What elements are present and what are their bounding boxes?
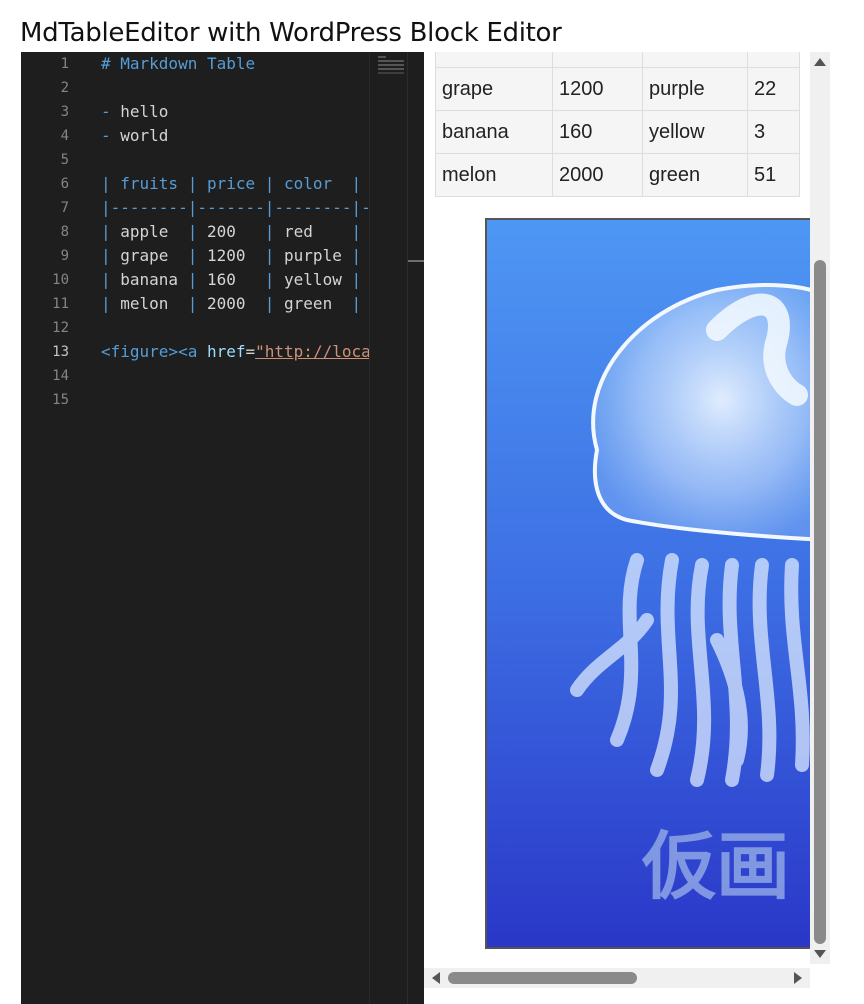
cell-price: 2000: [206, 294, 246, 313]
table-cell: [747, 52, 800, 68]
line-number: 4: [60, 128, 69, 144]
line-number: 8: [60, 224, 69, 240]
table-row: [435, 52, 800, 68]
html-tag: <figure><a: [101, 342, 207, 361]
table-cell: green: [642, 153, 748, 197]
line-number: 11: [52, 296, 69, 312]
cell-color: green: [284, 294, 342, 313]
line-number: 5: [60, 152, 69, 168]
list-bullet: -: [101, 102, 121, 121]
cell-fruit: banana: [120, 270, 179, 289]
app-title: MdTableEditor with WordPress Block Edito…: [20, 18, 562, 48]
line-number: 2: [60, 80, 69, 96]
code-line-list-item: - world: [101, 124, 168, 148]
table-cell: banana: [435, 110, 553, 154]
scroll-left-arrow-icon[interactable]: [432, 972, 440, 984]
cell-color: red: [284, 222, 342, 241]
code-text-area[interactable]: # Markdown Table - hello - world | fruit…: [101, 52, 369, 1004]
code-editor[interactable]: 1 2 3 4 5 6 7 8 9 10 11 12 13 14 15 # Ma…: [21, 52, 424, 1004]
cell-fruit: apple: [120, 222, 179, 241]
code-line-table-row: | melon | 2000 | green |: [101, 294, 362, 313]
editor-scrollbar[interactable]: [407, 52, 424, 1004]
cell-price: 1200: [206, 246, 246, 265]
code-line-table-separator: |--------|-------|--------|-: [101, 198, 369, 217]
line-number-gutter: 1 2 3 4 5 6 7 8 9 10 11 12 13 14 15: [21, 52, 91, 1004]
cell-price: 200: [206, 222, 246, 241]
table-cell: 1200: [552, 67, 643, 111]
code-line-table-header: | fruits | price | color |: [101, 174, 362, 193]
preview-table: grape 1200 purple 22 banana 160 yellow 3…: [435, 52, 800, 197]
html-attribute: href: [206, 342, 246, 361]
list-bullet: -: [101, 126, 121, 145]
table-cell: yellow: [642, 110, 748, 154]
table-cell: grape: [435, 67, 553, 111]
cell-color: purple: [284, 246, 342, 265]
line-number: 10: [52, 272, 69, 288]
table-cell: 160: [552, 110, 643, 154]
line-number: 14: [52, 368, 69, 384]
cell-color: yellow: [284, 270, 342, 289]
html-equals: =: [245, 342, 256, 361]
table-cell: purple: [642, 67, 748, 111]
preview-image[interactable]: 仮画: [485, 218, 829, 949]
table-cell: 22: [747, 67, 800, 111]
code-line-list-item: - hello: [101, 100, 168, 124]
code-line-heading: # Markdown Table: [101, 54, 256, 73]
line-number: 3: [60, 104, 69, 120]
line-number: 6: [60, 176, 69, 192]
minimap-preview: [378, 56, 404, 80]
preview-vertical-scrollbar[interactable]: [810, 52, 830, 964]
scroll-down-arrow-icon[interactable]: [814, 950, 826, 958]
editor-scroll-position-marker: [408, 260, 424, 262]
table-cell: 51: [747, 153, 800, 197]
table-row: banana 160 yellow 3: [435, 110, 800, 154]
table-cell: melon: [435, 153, 553, 197]
line-number: 15: [52, 392, 69, 408]
list-text: hello: [120, 102, 169, 121]
code-line-html: <figure><a href="http://loca: [101, 340, 369, 364]
preview-horizontal-scrollbar[interactable]: [424, 968, 810, 988]
editor-minimap[interactable]: [369, 52, 408, 1004]
code-line-table-row: | banana | 160 | yellow |: [101, 270, 362, 289]
table-cell: [435, 52, 553, 68]
cell-fruit: grape: [120, 246, 179, 265]
cell-price: 160: [206, 270, 246, 289]
scroll-right-arrow-icon[interactable]: [794, 972, 802, 984]
table-row: grape 1200 purple 22: [435, 67, 800, 111]
table-cell: 2000: [552, 153, 643, 197]
table-cell: [642, 52, 748, 68]
image-caption-text: 仮画: [641, 824, 790, 910]
table-row: melon 2000 green 51: [435, 153, 800, 197]
preview-pane[interactable]: grape 1200 purple 22 banana 160 yellow 3…: [424, 52, 830, 1004]
line-number: 1: [60, 56, 69, 72]
line-number: 7: [60, 200, 69, 216]
code-line-table-row: | apple | 200 | red |: [101, 222, 362, 241]
html-attribute-value: "http://loca: [255, 342, 369, 361]
vertical-scroll-thumb[interactable]: [814, 260, 826, 944]
scroll-up-arrow-icon[interactable]: [814, 58, 826, 66]
jellyfish-illustration: 仮画: [487, 220, 827, 947]
table-cell: [552, 52, 643, 68]
table-cell: 3: [747, 110, 800, 154]
code-line-table-row: | grape | 1200 | purple |: [101, 246, 362, 265]
line-number: 12: [52, 320, 69, 336]
cell-fruit: melon: [120, 294, 179, 313]
line-number-active: 13: [52, 344, 69, 360]
line-number: 9: [60, 248, 69, 264]
horizontal-scroll-thumb[interactable]: [448, 972, 637, 984]
list-text: world: [120, 126, 169, 145]
